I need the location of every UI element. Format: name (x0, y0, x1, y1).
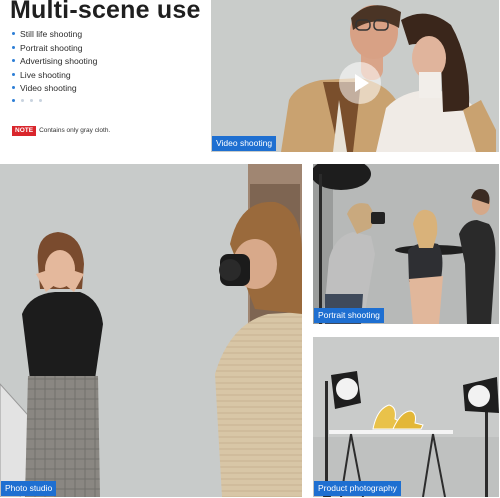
caption-portrait-shooting: Portrait shooting (314, 308, 384, 323)
note: NOTE Contains only gray cloth. (12, 122, 110, 140)
feature-item: Live shooting (12, 69, 97, 83)
portrait-shooting-panel[interactable]: Portrait shooting (313, 164, 499, 324)
bullet-icon (12, 45, 15, 49)
caption-product-photography: Product photography (314, 481, 401, 496)
photo-studio-panel[interactable]: Photo studio (0, 164, 302, 497)
product-photography-panel[interactable]: Product photography (313, 337, 499, 497)
pager-dot[interactable] (12, 99, 15, 102)
photo-studio-scene-image (0, 164, 302, 497)
pager-dot[interactable] (39, 99, 42, 102)
note-badge: NOTE (12, 125, 37, 136)
feature-item: Video shooting (12, 82, 97, 96)
product-scene-image (313, 337, 499, 497)
caption-video-shooting: Video shooting (212, 136, 277, 151)
page-title: Multi-scene use (10, 0, 201, 24)
note-text: Contains only gray cloth. (39, 127, 111, 135)
bullet-icon (12, 72, 15, 76)
bullet-icon (12, 32, 15, 36)
feature-item: Advertising shooting (12, 55, 97, 69)
portrait-scene-image (313, 164, 499, 324)
bullet-icon (12, 59, 15, 63)
feature-item: Still life shooting (12, 28, 97, 42)
feature-item: Portrait shooting (12, 42, 97, 56)
pager-dot[interactable] (30, 99, 33, 102)
pager-dot[interactable] (21, 99, 24, 102)
play-icon[interactable] (339, 62, 381, 104)
bullet-icon (12, 86, 15, 90)
feature-list: Still life shooting Portrait shooting Ad… (12, 28, 97, 96)
video-shooting-panel[interactable]: Video shooting (211, 0, 499, 152)
caption-photo-studio: Photo studio (1, 481, 57, 496)
